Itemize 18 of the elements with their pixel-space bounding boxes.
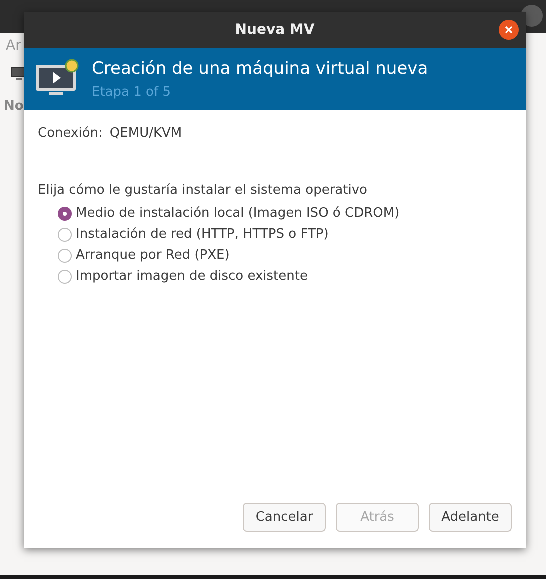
option-label[interactable]: Instalación de red (HTTP, HTTPS o FTP)	[76, 227, 329, 242]
option-label[interactable]: Importar imagen de disco existente	[76, 269, 308, 284]
dialog-button[interactable]: Cancelar	[243, 503, 326, 532]
connection-value: QEMU/KVM	[110, 126, 182, 141]
radio-button[interactable]	[58, 228, 72, 242]
banner-title: Creación de una máquina virtual nueva	[92, 58, 428, 78]
install-prompt: Elija cómo le gustaría instalar el sistema operativo	[38, 183, 368, 198]
radio-button[interactable]	[58, 206, 72, 220]
connection-label: Conexión:	[38, 126, 103, 141]
option-label[interactable]: Arranque por Red (PXE)	[76, 248, 230, 263]
radio-button[interactable]	[58, 270, 72, 284]
dialog-button[interactable]: Adelante	[429, 503, 512, 532]
close-icon	[504, 25, 514, 35]
column-header: No	[4, 99, 24, 114]
option-label[interactable]: Medio de instalación local (Imagen ISO ó CDROM)	[76, 206, 400, 221]
step-indicator: Etapa 1 of 5	[92, 84, 172, 100]
window-title: Nueva MV	[235, 22, 315, 38]
radio-button[interactable]	[58, 248, 72, 262]
